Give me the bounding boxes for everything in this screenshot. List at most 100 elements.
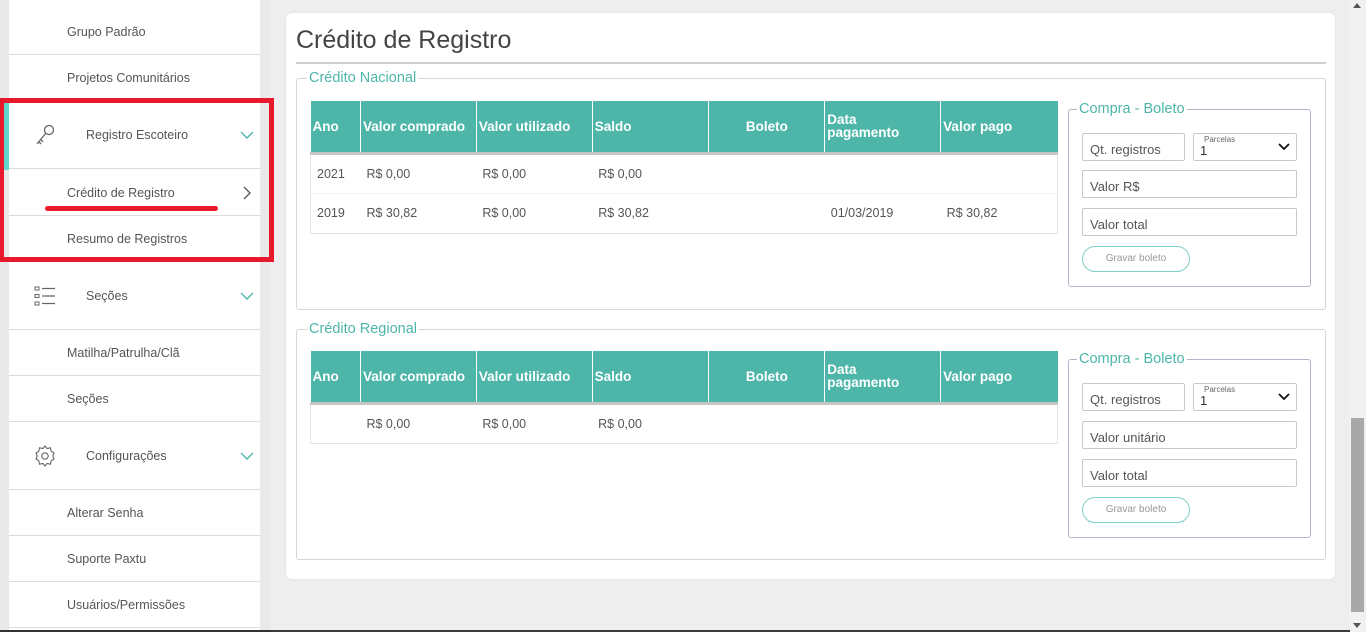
cell-comprado: R$ 0,00: [360, 153, 477, 193]
column-header-text: pagamento: [827, 125, 900, 141]
sidebar-item-label: Matilha/Patrulha/Clã: [67, 345, 180, 360]
sidebar-item-usuarios[interactable]: Usuários/Permissões: [9, 582, 260, 628]
annotation-underline: [45, 206, 218, 211]
table-header-row: Ano Valor comprado Valor utilizado Saldo…: [310, 101, 1058, 155]
column-header-valor-utilizado[interactable]: Valor utilizado: [476, 101, 593, 155]
credito-nacional-table: Ano Valor comprado Valor utilizado Saldo…: [310, 101, 1058, 234]
sidebar-item-suporte[interactable]: Suporte Paxtu: [9, 536, 260, 582]
section-legend: Crédito Nacional: [309, 70, 417, 86]
gear-icon: [35, 444, 55, 467]
column-header-valor-pago[interactable]: Valor pago: [940, 351, 1058, 405]
input-placeholder: Valor unitário: [1090, 430, 1166, 445]
cell-data: [824, 153, 941, 193]
main-card: Crédito de Registro Crédito Nacional Ano…: [286, 13, 1335, 579]
cell-saldo: R$ 0,00: [592, 153, 709, 193]
valor-total-input[interactable]: Valor total: [1082, 208, 1297, 236]
sidebar-menu: Grupo Padrão Projetos Comunitários Regis…: [9, 0, 260, 630]
column-header-saldo[interactable]: Saldo: [592, 351, 710, 405]
sidebar-item-label: Grupo Padrão: [67, 24, 146, 39]
annotation-highlight-box: [0, 98, 274, 262]
column-header-valor-comprado[interactable]: Valor comprado: [360, 351, 477, 405]
cell-saldo: R$ 0,00: [592, 403, 709, 443]
cell-utilizado: R$ 0,00: [476, 403, 593, 443]
cell-data: 01/03/2019: [824, 192, 941, 233]
input-placeholder: Qt. registros: [1090, 392, 1161, 407]
gravar-boleto-button[interactable]: Gravar boleto: [1082, 497, 1190, 523]
chevron-down-icon: [240, 452, 254, 460]
table-header-row: Ano Valor comprado Valor utilizado Saldo…: [310, 351, 1058, 405]
column-header-text: pagamento: [827, 375, 900, 391]
sidebar-item-label: Projetos Comunitários: [67, 70, 190, 85]
sidebar-item-secoes[interactable]: Seções: [9, 376, 260, 422]
parcelas-label: Parcelas: [1204, 385, 1236, 394]
column-header-ano[interactable]: Ano: [310, 101, 361, 155]
cell-comprado: R$ 30,82: [360, 192, 477, 233]
parcelas-value: 1: [1200, 143, 1208, 158]
input-placeholder: Valor total: [1090, 468, 1148, 483]
title-divider: [296, 62, 1326, 64]
parcelas-select[interactable]: Parcelas 1: [1193, 133, 1297, 161]
parcelas-select[interactable]: Parcelas 1: [1193, 383, 1297, 411]
parcelas-label: Parcelas: [1204, 135, 1236, 144]
compra-boleto-legend: Compra - Boleto: [1079, 351, 1185, 367]
scroll-down-arrow-icon[interactable]: [1353, 623, 1361, 628]
chevron-down-icon: [1278, 393, 1290, 401]
cell-boleto: [708, 403, 825, 443]
column-header-data-pagamento[interactable]: Data pagamento: [824, 351, 942, 405]
column-header-data-pagamento[interactable]: Data pagamento: [824, 101, 942, 155]
column-header-valor-utilizado[interactable]: Valor utilizado: [476, 351, 593, 405]
cell-boleto: [708, 153, 825, 193]
sidebar-item-alterar-senha[interactable]: Alterar Senha: [9, 490, 260, 536]
cell-data: [824, 403, 941, 443]
column-header-boleto[interactable]: Boleto: [708, 351, 826, 405]
sidebar-item-label: Usuários/Permissões: [67, 597, 186, 612]
sidebar-group-label: Seções: [86, 288, 128, 303]
valor-unitario-input[interactable]: Valor unitário: [1082, 421, 1297, 449]
section-legend: Crédito Regional: [309, 321, 418, 337]
sidebar-item-matilha[interactable]: Matilha/Patrulha/Clã: [9, 330, 260, 376]
credito-regional-table: Ano Valor comprado Valor utilizado Saldo…: [310, 351, 1058, 444]
list-icon: [34, 286, 55, 305]
column-header-valor-pago[interactable]: Valor pago: [940, 101, 1058, 155]
valor-input[interactable]: Valor R$: [1082, 170, 1297, 198]
sidebar-item-label: Seções: [67, 391, 109, 406]
cell-ano: 2019: [310, 192, 361, 233]
cell-pago: R$ 30,82: [940, 192, 1058, 233]
cell-utilizado: R$ 0,00: [476, 153, 593, 193]
chevron-down-icon: [1278, 143, 1290, 151]
qt-registros-input[interactable]: Qt. registros: [1082, 383, 1185, 411]
column-header-saldo[interactable]: Saldo: [592, 101, 710, 155]
qt-registros-input[interactable]: Qt. registros: [1082, 133, 1185, 161]
page-scrollbar[interactable]: [1349, 0, 1366, 632]
sidebar-item-projetos-comunitarios[interactable]: Projetos Comunitários: [9, 55, 260, 101]
sidebar-group-configuracoes[interactable]: Configurações: [9, 422, 260, 490]
column-header-valor-comprado[interactable]: Valor comprado: [360, 101, 477, 155]
parcelas-value: 1: [1200, 393, 1208, 408]
scroll-thumb[interactable]: [1351, 418, 1364, 612]
gravar-boleto-button[interactable]: Gravar boleto: [1082, 246, 1190, 272]
chevron-down-icon: [240, 292, 254, 300]
compra-boleto-legend: Compra - Boleto: [1079, 101, 1185, 117]
table-row: R$ 0,00 R$ 0,00 R$ 0,00: [310, 403, 1058, 443]
valor-total-input[interactable]: Valor total: [1082, 459, 1297, 487]
sidebar-item-label: Suporte Paxtu: [67, 551, 147, 566]
input-placeholder: Valor R$: [1090, 179, 1140, 194]
column-header-boleto[interactable]: Boleto: [708, 101, 826, 155]
cell-ano: 2021: [310, 153, 361, 193]
sidebar: Grupo Padrão Projetos Comunitários Regis…: [0, 0, 274, 632]
sidebar-item-label: Alterar Senha: [67, 505, 144, 520]
input-placeholder: Qt. registros: [1090, 142, 1161, 157]
table-row: 2019 R$ 30,82 R$ 0,00 R$ 30,82 01/03/201…: [310, 192, 1058, 233]
cell-comprado: R$ 0,00: [360, 403, 477, 443]
sidebar-item-grupo-padrao[interactable]: Grupo Padrão: [9, 9, 260, 55]
cell-pago: [940, 403, 1058, 443]
sidebar-group-secoes[interactable]: Seções: [9, 262, 260, 330]
column-header-ano[interactable]: Ano: [310, 351, 361, 405]
input-placeholder: Valor total: [1090, 217, 1148, 232]
scroll-up-arrow-icon[interactable]: [1353, 3, 1361, 8]
cell-saldo: R$ 30,82: [592, 192, 709, 233]
cell-pago: [940, 153, 1058, 193]
sidebar-group-label: Configurações: [86, 448, 167, 463]
cell-boleto: [708, 192, 825, 233]
cell-ano: [310, 403, 361, 443]
